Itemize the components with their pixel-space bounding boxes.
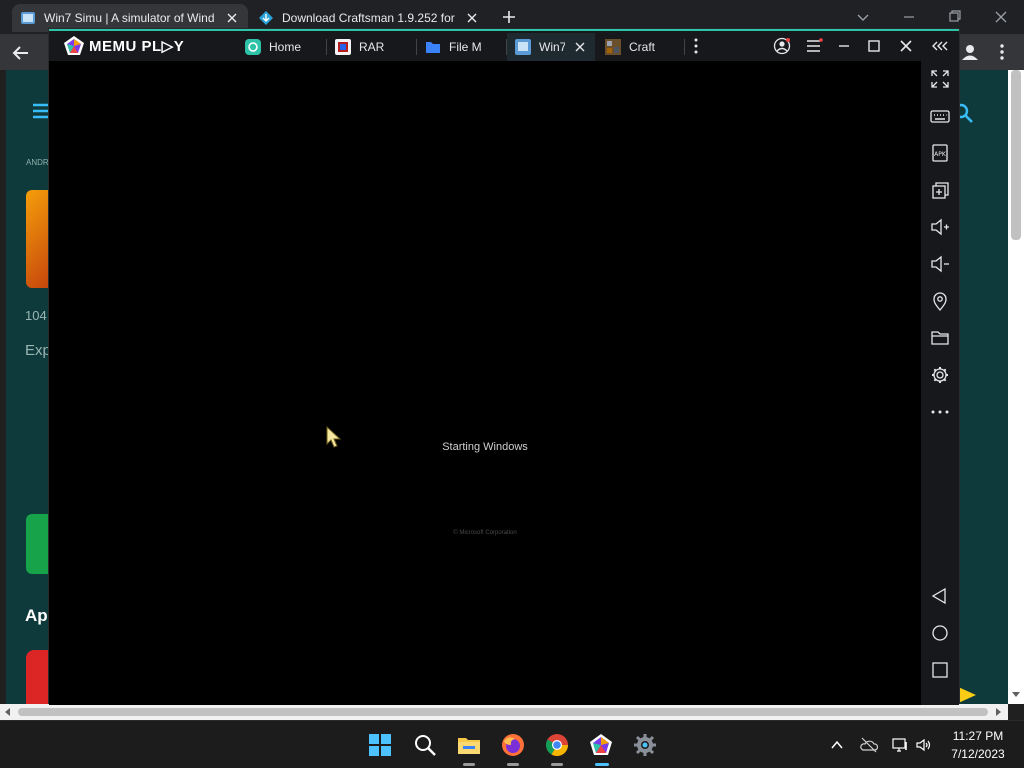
show-hidden-icons-chevron-icon[interactable] bbox=[828, 736, 846, 754]
memu-logo: MEMU PL▷Y bbox=[63, 35, 184, 57]
multi-instance-icon[interactable] bbox=[930, 180, 950, 200]
memu-minimize-icon[interactable] bbox=[835, 37, 853, 55]
keyboard-icon[interactable] bbox=[930, 106, 950, 126]
memu-tab-win7[interactable]: Win7 bbox=[507, 33, 595, 61]
memu-tab-title: RAR bbox=[359, 40, 385, 54]
tab-separator bbox=[684, 39, 685, 55]
browser-tab-title: Download Craftsman 1.9.252 for bbox=[282, 11, 455, 25]
search-icon[interactable] bbox=[413, 733, 437, 757]
app-stat: 104 bbox=[25, 308, 47, 323]
rar-app-icon bbox=[335, 39, 351, 55]
memu-close-icon[interactable] bbox=[897, 37, 915, 55]
network-icon[interactable] bbox=[891, 736, 909, 754]
restore-icon[interactable] bbox=[944, 6, 966, 28]
craftsman-app-icon bbox=[605, 39, 621, 55]
active-app-indicator bbox=[595, 763, 609, 766]
starting-windows-text: Starting Windows bbox=[442, 441, 528, 453]
minimize-icon[interactable] bbox=[898, 6, 920, 28]
settings-gear-icon[interactable] bbox=[930, 365, 950, 385]
memu-menu-icon[interactable] bbox=[805, 37, 823, 55]
close-icon[interactable] bbox=[464, 10, 480, 26]
scroll-left-arrow-icon[interactable] bbox=[4, 708, 12, 716]
new-tab-plus-icon[interactable] bbox=[500, 8, 518, 26]
app-description: Exp bbox=[25, 342, 51, 359]
chrome-icon[interactable] bbox=[545, 733, 569, 757]
memu-pentagon-logo-icon bbox=[63, 35, 85, 57]
windows-start-icon[interactable] bbox=[368, 733, 392, 757]
memu-maximize-icon[interactable] bbox=[865, 37, 883, 55]
clock-date[interactable]: 7/12/2023 bbox=[946, 747, 1010, 761]
memu-taskbar-icon[interactable] bbox=[589, 733, 613, 757]
vertical-scroll-thumb[interactable] bbox=[1011, 70, 1021, 240]
emulator-screen[interactable]: Starting Windows © Microsoft Corporation bbox=[49, 61, 921, 705]
apk-install-icon[interactable]: APK bbox=[930, 143, 950, 163]
running-indicator bbox=[507, 763, 519, 766]
android-recents-icon[interactable] bbox=[930, 660, 950, 680]
section-heading: Ap bbox=[25, 606, 48, 625]
memu-tab-title: Win7 bbox=[539, 40, 565, 54]
site-breadcrumb[interactable]: ANDR bbox=[26, 158, 49, 167]
more-options-dots-icon[interactable] bbox=[930, 402, 950, 422]
account-icon[interactable] bbox=[773, 37, 791, 55]
close-icon[interactable] bbox=[224, 10, 240, 26]
win7-app-icon bbox=[515, 39, 531, 55]
shared-folder-icon[interactable] bbox=[930, 328, 950, 348]
file-explorer-icon[interactable] bbox=[457, 733, 481, 757]
folder-app-icon bbox=[425, 39, 441, 55]
volume-down-icon[interactable] bbox=[930, 254, 950, 274]
more-tabs-kebab-icon[interactable] bbox=[687, 37, 705, 55]
browser-menu-icon[interactable] bbox=[994, 42, 1010, 62]
volume-icon[interactable] bbox=[915, 736, 933, 754]
svg-text:APK: APK bbox=[934, 151, 947, 158]
running-indicator bbox=[463, 763, 475, 766]
memu-titlebar: MEMU PL▷Y Home RAR File M Win7 Craft bbox=[49, 29, 959, 61]
location-pin-icon[interactable] bbox=[930, 291, 950, 311]
horizontal-scrollbar[interactable] bbox=[0, 704, 1008, 720]
settings-icon[interactable] bbox=[633, 733, 657, 757]
clock-time[interactable]: 11:27 PM bbox=[946, 729, 1010, 743]
horizontal-scroll-thumb[interactable] bbox=[18, 708, 988, 716]
windows-taskbar: 11:27 PM 7/12/2023 bbox=[0, 720, 1024, 768]
memu-logo-text: MEMU PL▷Y bbox=[89, 38, 185, 55]
browser-tab-title: Win7 Simu | A simulator of Wind bbox=[44, 11, 215, 25]
back-arrow-icon[interactable] bbox=[10, 42, 32, 64]
close-tab-icon[interactable] bbox=[573, 40, 587, 54]
mouse-cursor-icon bbox=[326, 426, 342, 450]
memu-tab-title: Craft bbox=[629, 40, 656, 54]
android-back-icon[interactable] bbox=[930, 586, 950, 606]
home-app-icon bbox=[245, 39, 261, 55]
onedrive-offline-icon[interactable] bbox=[860, 736, 878, 754]
vertical-scrollbar[interactable] bbox=[1008, 70, 1024, 704]
scroll-right-arrow-icon[interactable] bbox=[994, 708, 1002, 716]
close-window-icon[interactable] bbox=[990, 6, 1012, 28]
memu-tab-home[interactable]: Home bbox=[237, 33, 327, 61]
fullscreen-icon[interactable] bbox=[930, 69, 950, 89]
running-indicator bbox=[551, 763, 563, 766]
memu-tools-sidebar: APK bbox=[921, 61, 959, 705]
copyright-text: © Microsoft Corporation bbox=[453, 530, 517, 536]
memu-tab-rar[interactable]: RAR bbox=[327, 33, 417, 61]
android-home-icon[interactable] bbox=[930, 623, 950, 643]
profile-icon[interactable] bbox=[960, 42, 980, 62]
memu-tab-craftsman[interactable]: Craft bbox=[597, 33, 685, 61]
memu-tab-title: File M bbox=[449, 40, 482, 54]
download-site-favicon-icon bbox=[258, 10, 274, 26]
memu-tab-title: Home bbox=[269, 40, 302, 54]
collapse-sidebar-chevrons-icon[interactable] bbox=[931, 37, 949, 55]
volume-up-icon[interactable] bbox=[930, 217, 950, 237]
firefox-icon[interactable] bbox=[501, 733, 525, 757]
win7-simu-favicon-icon bbox=[20, 10, 36, 26]
memu-tab-file-manager[interactable]: File M bbox=[417, 33, 507, 61]
memu-emulator-window: MEMU PL▷Y Home RAR File M Win7 Craft Sta… bbox=[48, 28, 960, 705]
tab-search-chevron-icon[interactable] bbox=[852, 6, 874, 28]
scroll-down-arrow-icon[interactable] bbox=[1012, 690, 1020, 698]
